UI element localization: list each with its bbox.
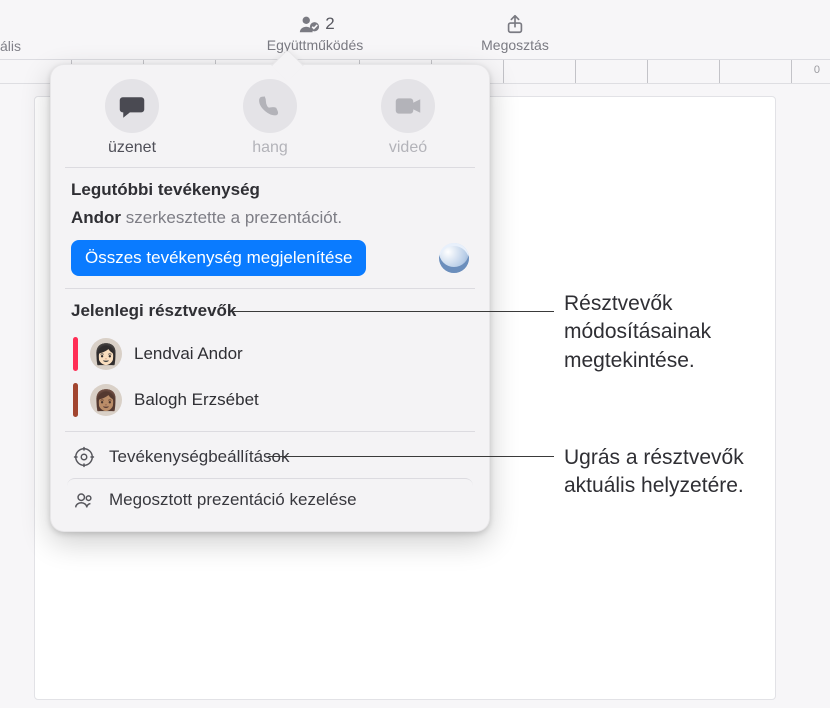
participant-row[interactable]: 👩🏻 Lendvai Andor <box>71 331 469 377</box>
share-icon <box>501 13 529 35</box>
people-icon <box>73 489 95 511</box>
recent-text: szerkesztette a prezentációt. <box>121 208 342 227</box>
message-label: üzenet <box>108 139 156 157</box>
recent-actor: Andor <box>71 208 121 227</box>
manage-shared-label: Megosztott prezentáció kezelése <box>109 490 357 510</box>
manage-shared-item[interactable]: Megosztott prezentáció kezelése <box>67 478 473 521</box>
footer-section: Tevékenységbeállítások Megosztott prezen… <box>65 431 475 525</box>
video-icon <box>394 92 422 120</box>
toolbar-collab[interactable]: 2 Együttműködés <box>255 13 375 53</box>
audio-button[interactable]: hang <box>210 79 330 157</box>
collab-count: 2 <box>325 14 334 34</box>
audio-label: hang <box>252 139 288 157</box>
recent-activity-section: Legutóbbi tevékenység Andor szerkesztett… <box>65 167 475 288</box>
current-participants-section: Jelenlegi résztvevők 👩🏻 Lendvai Andor 👩🏽… <box>65 288 475 431</box>
callout-text-1: Résztvevők módosításainak megtekintése. <box>564 290 814 375</box>
show-all-activity-button[interactable]: Összes tevékenység megjelenítése <box>71 240 366 276</box>
collaboration-popover: üzenet hang videó Legutóbbi tevékenység … <box>50 64 490 532</box>
activity-settings-item[interactable]: Tevékenységbeállítások <box>67 436 473 478</box>
background-toolbar: ális 2 Együttműködés Megosztás <box>0 0 830 60</box>
callout-line-1 <box>232 311 554 312</box>
callout-text-2: Ugrás a résztvevők aktuális helyzetére. <box>564 444 814 501</box>
toolbar-left-truncated: ális <box>0 38 21 54</box>
gear-dots-icon <box>73 446 95 468</box>
participant-color <box>73 383 78 417</box>
participant-avatar: 👩🏻 <box>90 338 122 370</box>
participant-color <box>73 337 78 371</box>
recent-actor-avatar[interactable] <box>439 243 469 273</box>
participant-avatar: 👩🏽 <box>90 384 122 416</box>
callout-line-2 <box>268 456 554 457</box>
participant-name: Lendvai Andor <box>134 344 243 364</box>
show-all-row: Összes tevékenység megjelenítése <box>71 240 469 276</box>
ruler-right-tick: 0 <box>814 64 820 76</box>
toolbar-share[interactable]: Megosztás <box>455 13 575 53</box>
phone-icon <box>256 92 284 120</box>
video-button[interactable]: videó <box>348 79 468 157</box>
message-icon <box>118 92 146 120</box>
activity-settings-label: Tevékenységbeállítások <box>109 447 290 467</box>
participant-row[interactable]: 👩🏽 Balogh Erzsébet <box>71 377 469 423</box>
action-row: üzenet hang videó <box>51 79 489 167</box>
collab-label: Együttműködés <box>267 37 364 53</box>
recent-activity-heading: Legutóbbi tevékenység <box>71 180 469 200</box>
people-check-icon <box>295 13 323 35</box>
video-label: videó <box>389 139 427 157</box>
recent-activity-line: Andor szerkesztette a prezentációt. <box>71 208 469 228</box>
share-label: Megosztás <box>481 37 549 53</box>
message-button[interactable]: üzenet <box>72 79 192 157</box>
participant-name: Balogh Erzsébet <box>134 390 259 410</box>
